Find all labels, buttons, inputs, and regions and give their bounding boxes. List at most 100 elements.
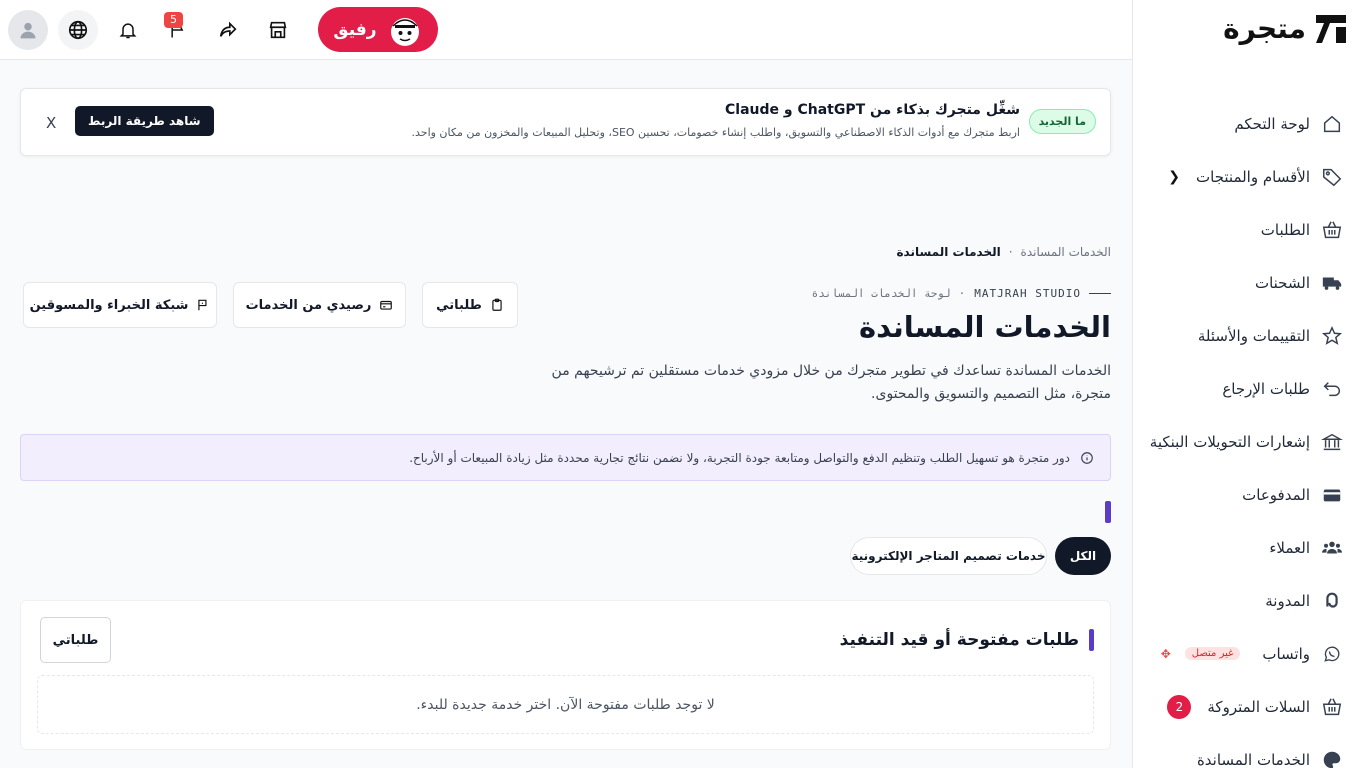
clipboard-icon bbox=[492, 298, 502, 311]
kicker-line bbox=[1089, 293, 1111, 294]
messages-button[interactable]: 5 bbox=[158, 10, 198, 50]
sidebar-nav: لوحة التحكم الأقسام والمنتجات ❮ الطلبات … bbox=[1133, 97, 1366, 768]
breadcrumb-parent[interactable]: الخدمات المساندة bbox=[1021, 245, 1111, 259]
bank-icon bbox=[1320, 430, 1344, 454]
title-accent-bar bbox=[1089, 629, 1094, 651]
empty-state: لا توجد طلبات مفتوحة الآن. اختر خدمة جدي… bbox=[37, 675, 1094, 734]
sidebar-item-returns[interactable]: طلبات الإرجاع bbox=[1133, 362, 1366, 415]
whatsapp-icon bbox=[1320, 642, 1344, 666]
breadcrumb: الخدمات المساندة · الخدمات المساندة bbox=[896, 245, 1111, 259]
user-icon bbox=[20, 22, 36, 39]
sidebar-item-label: الشحنات bbox=[1254, 273, 1310, 292]
return-icon bbox=[1320, 377, 1344, 401]
brand-logo[interactable]: متجرة bbox=[1223, 12, 1348, 45]
assistant-mascot-icon bbox=[390, 17, 419, 46]
experts-network-button[interactable]: شبكة الخبراء والمسوقين bbox=[23, 282, 217, 328]
truck-icon bbox=[1320, 271, 1344, 295]
sidebar-item-blog[interactable]: المدونة bbox=[1133, 574, 1366, 627]
brand-mark-icon bbox=[1316, 14, 1346, 43]
panel-my-requests-button[interactable]: طلباتي bbox=[40, 617, 111, 663]
assistant-label: رفيق bbox=[333, 19, 377, 40]
sidebar-item-shipments[interactable]: الشحنات bbox=[1133, 256, 1366, 309]
page-description: الخدمات المساندة تساعدك في تطوير متجرك م… bbox=[551, 363, 1111, 402]
sidebar-item-label: إشعارات التحويلات البنكية bbox=[1149, 432, 1310, 451]
basket-icon bbox=[1320, 218, 1344, 242]
sidebar-item-support-services[interactable]: الخدمات المساندة bbox=[1133, 733, 1366, 768]
language-button[interactable] bbox=[58, 10, 98, 50]
sidebar-item-orders[interactable]: الطلبات bbox=[1133, 203, 1366, 256]
sidebar-item-label: الخدمات المساندة bbox=[1196, 750, 1310, 768]
sidebar-item-reviews[interactable]: التقييمات والأسئلة bbox=[1133, 309, 1366, 362]
announcement-description: اربط متجرك مع أدوات الذكاء الاصطناعي وال… bbox=[411, 126, 1021, 139]
services-balance-button[interactable]: رصيدي من الخدمات bbox=[233, 282, 406, 328]
store-button[interactable] bbox=[258, 10, 298, 50]
sidebar-item-label: التقييمات والأسئلة bbox=[1197, 326, 1310, 345]
announcement-title: شغِّل متجرك بذكاء من ChatGPT و Claude bbox=[725, 102, 1020, 118]
topbar: 5 رفيق bbox=[0, 0, 1132, 60]
my-requests-label: طلباتي bbox=[436, 297, 482, 313]
notification-count-badge: 5 bbox=[164, 12, 183, 28]
section-accent-bar bbox=[1105, 501, 1111, 523]
sidebar-item-customers[interactable]: العملاء bbox=[1133, 521, 1366, 574]
sidebar-item-label: الأقسام والمنتجات bbox=[1196, 167, 1310, 186]
open-requests-panel: طلبات مفتوحة أو قيد التنفيذ طلباتي لا تو… bbox=[20, 600, 1111, 750]
announcement-banner: ما الجديد شغِّل متجرك بذكاء من ChatGPT و… bbox=[20, 88, 1111, 156]
share-button[interactable] bbox=[208, 10, 248, 50]
assistant-button[interactable]: رفيق bbox=[318, 7, 438, 52]
sidebar-item-label: السلات المتروكة bbox=[1207, 697, 1310, 716]
sidebar-item-categories-products[interactable]: الأقسام والمنتجات ❮ bbox=[1133, 150, 1366, 203]
sidebar-item-abandoned-carts[interactable]: السلات المتروكة 2 bbox=[1133, 680, 1366, 733]
notifications-button[interactable] bbox=[108, 10, 148, 50]
card-icon bbox=[1320, 483, 1344, 507]
open-requests-title: طلبات مفتوحة أو قيد التنفيذ bbox=[839, 630, 1079, 650]
home-icon bbox=[1320, 112, 1344, 136]
blog-icon bbox=[1320, 589, 1344, 613]
sidebar-item-label: طلبات الإرجاع bbox=[1222, 379, 1310, 398]
sidebar-item-label: لوحة التحكم bbox=[1234, 114, 1310, 133]
users-icon bbox=[1320, 536, 1344, 560]
basket-icon bbox=[1320, 695, 1344, 719]
breadcrumb-current: الخدمات المساندة bbox=[896, 245, 1001, 259]
sidebar-item-whatsapp[interactable]: واتساب غير متصل ✥ bbox=[1133, 627, 1366, 680]
sidebar: متجرة لوحة التحكم الأقسام والمنتجات ❮ ال… bbox=[1132, 0, 1366, 768]
tag-icon bbox=[1320, 165, 1344, 189]
brand-name: متجرة bbox=[1223, 12, 1306, 45]
page-kicker: لوحة الخدمات المساندة · MATJRAH STUDIO bbox=[812, 287, 1111, 300]
filter-store-design-chip[interactable]: خدمات تصميم المتاجر الإلكترونية bbox=[850, 537, 1047, 575]
open-requests-header: طلبات مفتوحة أو قيد التنفيذ bbox=[840, 629, 1094, 651]
sidebar-item-label: المدفوعات bbox=[1242, 485, 1310, 504]
sidebar-item-dashboard[interactable]: لوحة التحكم bbox=[1133, 97, 1366, 150]
page-title: الخدمات المساندة bbox=[859, 310, 1111, 344]
share-icon bbox=[219, 21, 237, 37]
breadcrumb-separator: · bbox=[1008, 245, 1013, 259]
chevron-left-icon: ❮ bbox=[1168, 168, 1181, 185]
notice-text: دور متجرة هو تسهيل الطلب وتنظيم الدفع وا… bbox=[409, 450, 1070, 465]
store-icon bbox=[269, 21, 287, 39]
status-badge: غير متصل bbox=[1184, 647, 1241, 660]
sidebar-item-label: المدونة bbox=[1265, 591, 1310, 610]
filter-all-chip[interactable]: الكل bbox=[1055, 537, 1111, 575]
star-icon bbox=[1320, 324, 1344, 348]
sidebar-item-label: العملاء bbox=[1269, 538, 1310, 557]
flag-outline-icon bbox=[198, 299, 207, 311]
info-icon bbox=[1081, 451, 1093, 464]
info-notice: دور متجرة هو تسهيل الطلب وتنظيم الدفع وا… bbox=[20, 434, 1111, 481]
whats-new-badge: ما الجديد bbox=[1028, 109, 1096, 134]
disconnected-icon: ✥ bbox=[1160, 646, 1171, 661]
my-requests-button[interactable]: طلباتي bbox=[422, 282, 518, 328]
experts-network-label: شبكة الخبراء والمسوقين bbox=[29, 297, 189, 313]
watch-integration-button[interactable]: شاهد طريقة الربط bbox=[75, 106, 214, 136]
services-balance-label: رصيدي من الخدمات bbox=[245, 297, 372, 313]
sidebar-item-bank-transfers[interactable]: إشعارات التحويلات البنكية bbox=[1133, 415, 1366, 468]
sidebar-item-label: واتساب bbox=[1262, 644, 1310, 663]
bell-icon bbox=[119, 23, 137, 39]
count-badge: 2 bbox=[1167, 694, 1192, 719]
globe-icon bbox=[68, 20, 88, 40]
kicker-separator: · bbox=[958, 287, 967, 300]
user-avatar[interactable] bbox=[8, 10, 48, 50]
close-icon[interactable]: X bbox=[46, 114, 56, 132]
sidebar-item-payments[interactable]: المدفوعات bbox=[1133, 468, 1366, 521]
kicker-brand: MATJRAH STUDIO bbox=[974, 287, 1081, 300]
kicker-sub: لوحة الخدمات المساندة bbox=[811, 287, 951, 300]
sidebar-item-label: الطلبات bbox=[1260, 220, 1310, 239]
